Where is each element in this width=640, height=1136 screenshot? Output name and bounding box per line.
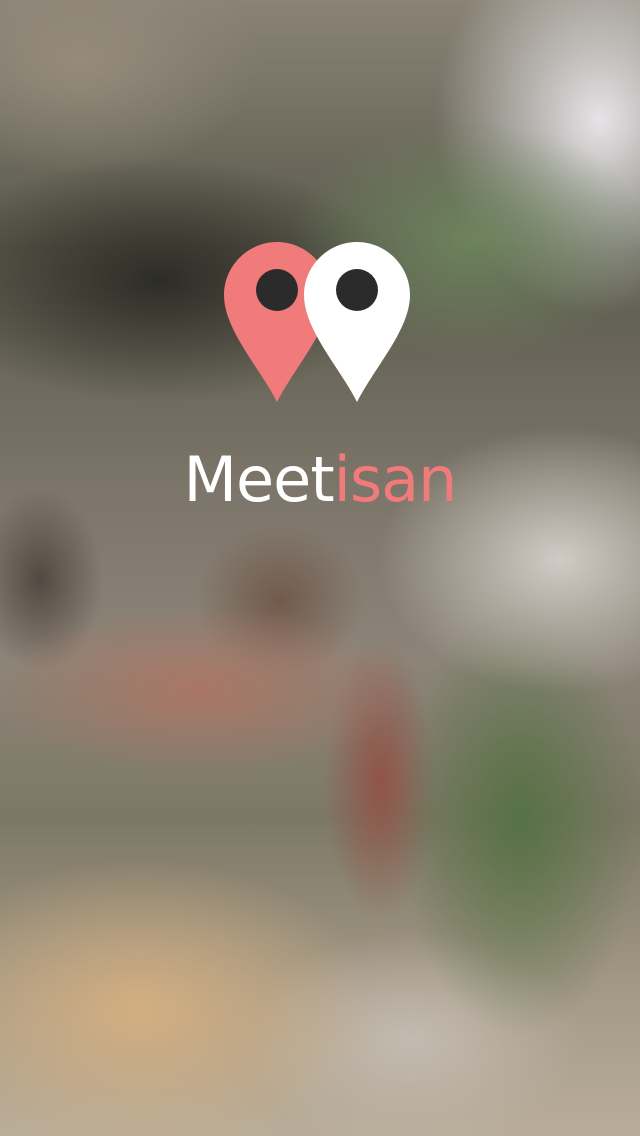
splash-screen: Meetisan bbox=[0, 0, 640, 1136]
app-logo bbox=[224, 242, 410, 402]
app-name: Meetisan bbox=[0, 440, 640, 520]
brand-block: Meetisan bbox=[0, 240, 640, 520]
map-pin-icon bbox=[304, 242, 410, 402]
app-name-part-2: isan bbox=[333, 443, 458, 516]
app-name-part-1: Meet bbox=[183, 443, 335, 516]
blurred-background-photo bbox=[0, 0, 640, 1136]
